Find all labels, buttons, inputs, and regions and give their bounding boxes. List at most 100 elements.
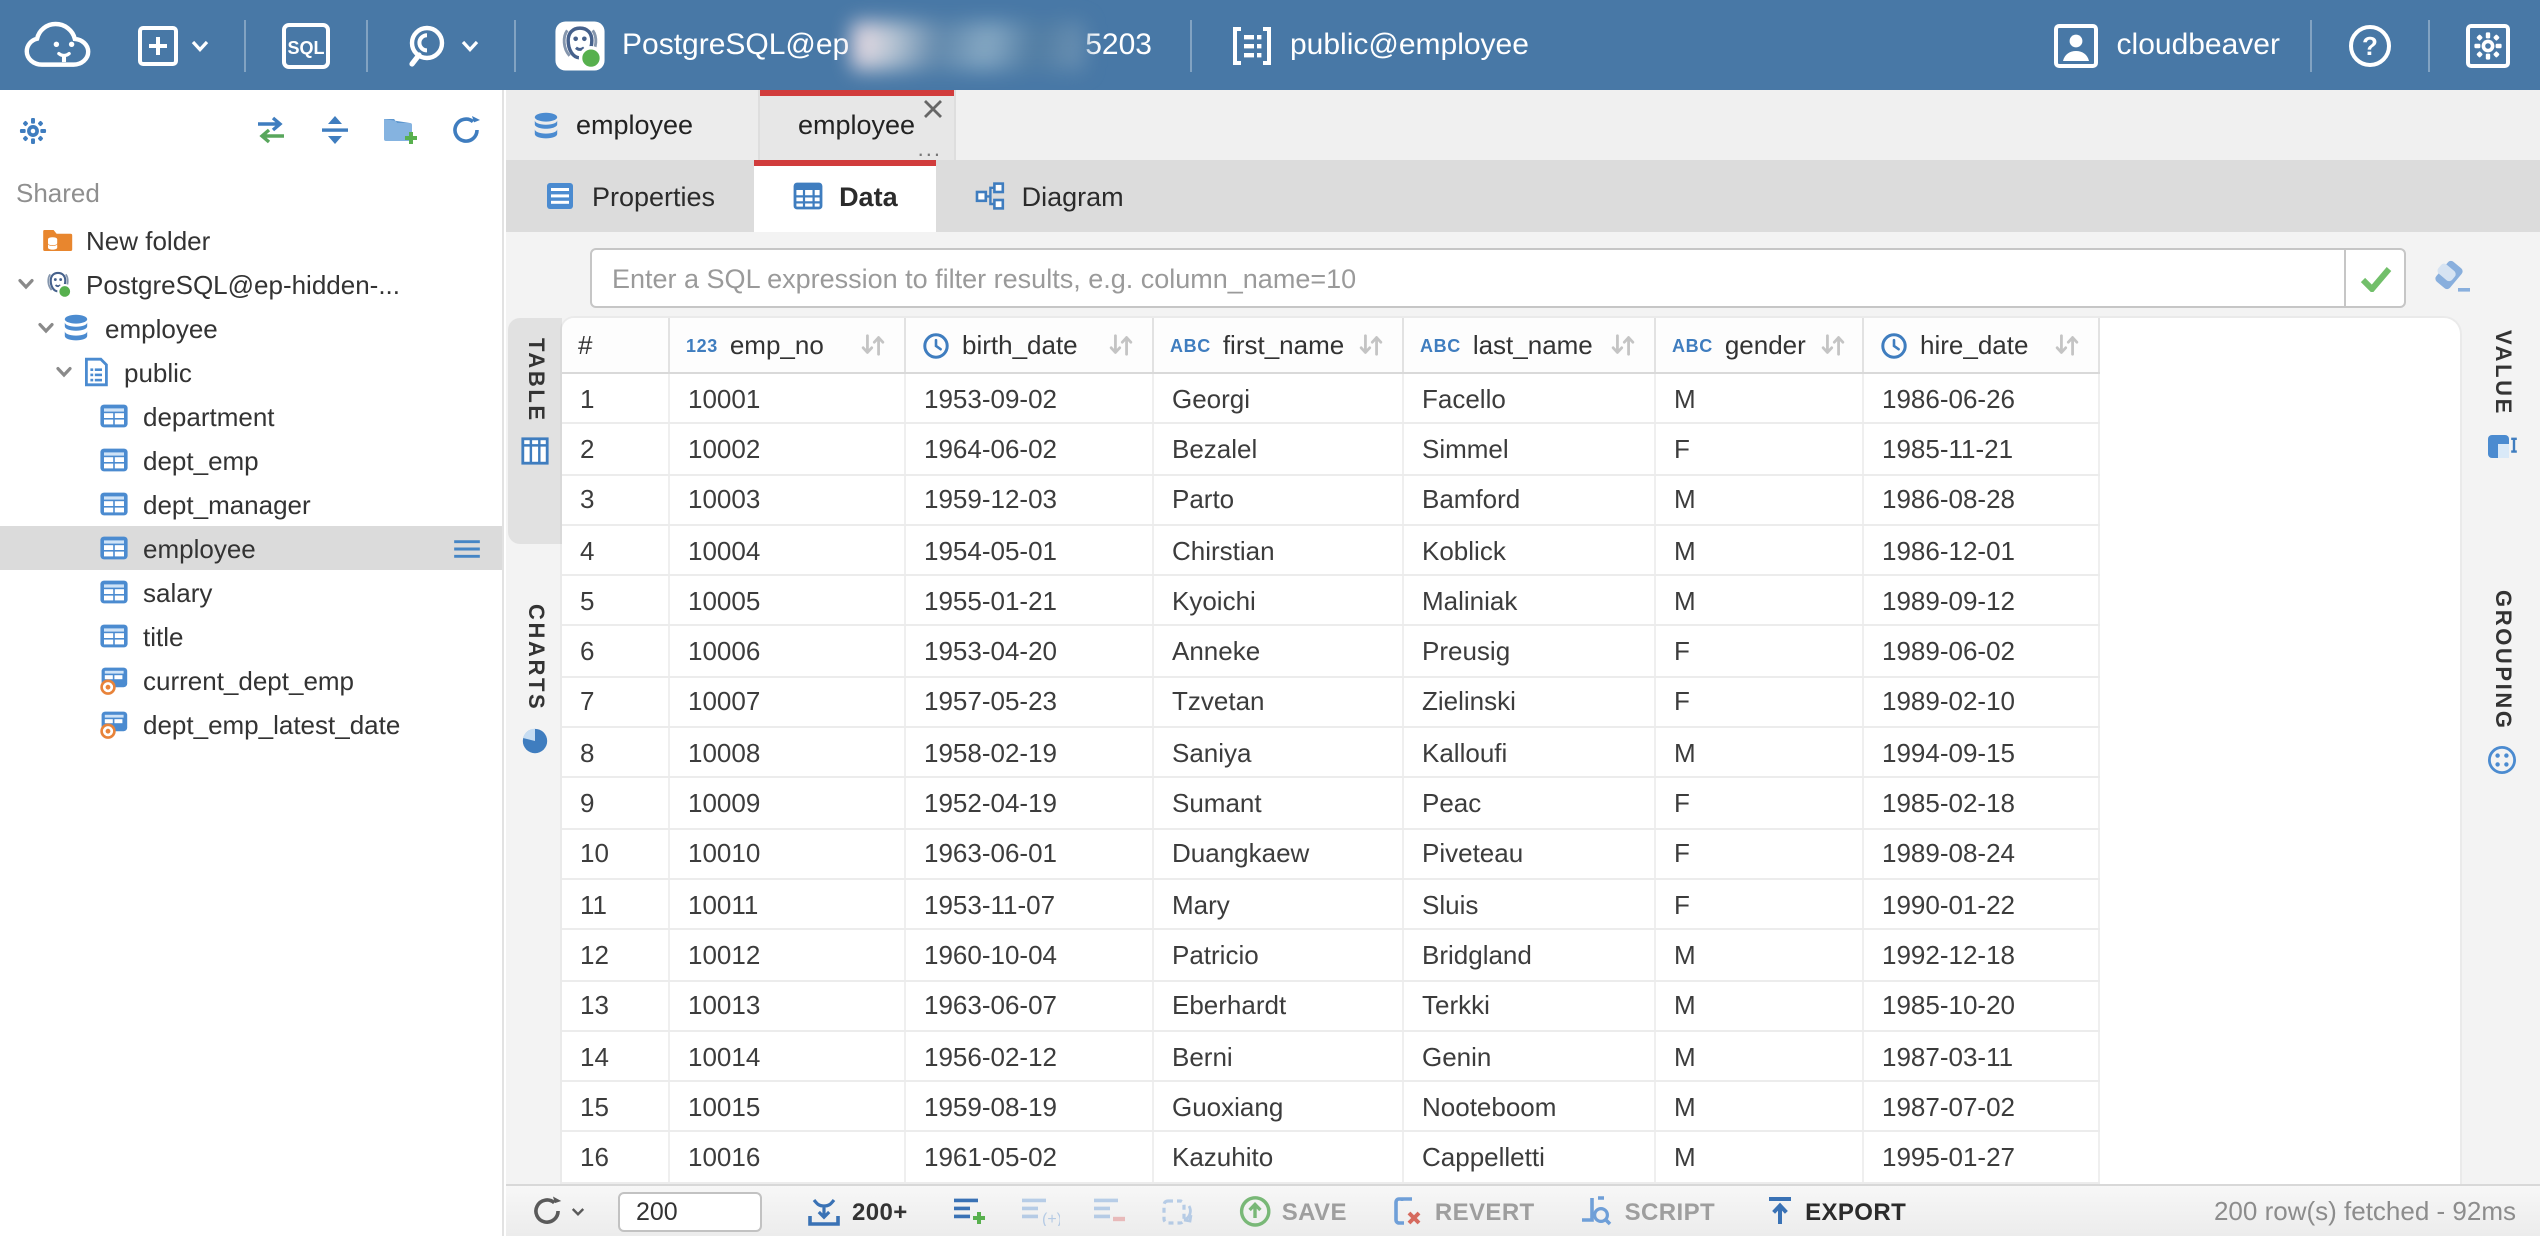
data-cell-birth_date[interactable]: 1957-05-23 bbox=[906, 678, 1154, 727]
data-cell-emp_no[interactable]: 10003 bbox=[670, 475, 906, 524]
sort-arrows-icon[interactable] bbox=[1818, 332, 1848, 358]
data-cell-last_name[interactable]: Bridgland bbox=[1404, 931, 1656, 980]
data-cell-hire_date[interactable]: 1994-09-15 bbox=[1864, 728, 2100, 777]
data-cell-hire_date[interactable]: 1989-08-24 bbox=[1864, 829, 2100, 878]
data-cell-last_name[interactable]: Preusig bbox=[1404, 627, 1656, 676]
data-cell-first_name[interactable]: Chirstian bbox=[1154, 526, 1404, 575]
tab-overflow-indicator[interactable]: ... bbox=[918, 140, 942, 160]
data-cell-last_name[interactable]: Piveteau bbox=[1404, 829, 1656, 878]
sort-arrows-icon[interactable] bbox=[2052, 332, 2082, 358]
data-cell-first_name[interactable]: Sumant bbox=[1154, 779, 1404, 828]
data-cell-birth_date[interactable]: 1953-04-20 bbox=[906, 627, 1154, 676]
data-cell-first_name[interactable]: Anneke bbox=[1154, 627, 1404, 676]
row-number-cell[interactable]: 9 bbox=[562, 779, 670, 828]
help-button[interactable]: ? bbox=[2330, 0, 2410, 90]
cloudbeaver-logo[interactable] bbox=[0, 0, 120, 90]
save-button[interactable]: SAVE bbox=[1238, 1194, 1347, 1228]
script-button[interactable]: SCRIPT bbox=[1579, 1194, 1715, 1228]
data-cell-emp_no[interactable]: 10001 bbox=[670, 374, 906, 423]
data-cell-emp_no[interactable]: 10011 bbox=[670, 880, 906, 929]
data-cell-gender[interactable]: F bbox=[1656, 880, 1864, 929]
data-cell-hire_date[interactable]: 1985-02-18 bbox=[1864, 779, 2100, 828]
data-cell-first_name[interactable]: Mary bbox=[1154, 880, 1404, 929]
row-number-cell[interactable]: 13 bbox=[562, 981, 670, 1030]
collapse-all-button[interactable] bbox=[318, 114, 352, 146]
data-cell-hire_date[interactable]: 1987-03-11 bbox=[1864, 1032, 2100, 1081]
sql-filter-input[interactable] bbox=[592, 263, 2344, 293]
presentation-tab-table[interactable]: TABLE bbox=[508, 318, 562, 544]
data-cell-gender[interactable]: M bbox=[1656, 526, 1864, 575]
data-cell-emp_no[interactable]: 10006 bbox=[670, 627, 906, 676]
data-cell-last_name[interactable]: Zielinski bbox=[1404, 678, 1656, 727]
data-cell-birth_date[interactable]: 1959-08-19 bbox=[906, 1082, 1154, 1131]
data-cell-last_name[interactable]: Koblick bbox=[1404, 526, 1656, 575]
row-number-cell[interactable]: 5 bbox=[562, 576, 670, 625]
tree-item-dept-emp-latest-date[interactable]: dept_emp_latest_date bbox=[0, 702, 502, 746]
chevron-down-icon[interactable] bbox=[50, 358, 78, 386]
data-cell-birth_date[interactable]: 1953-11-07 bbox=[906, 880, 1154, 929]
tree-item-department[interactable]: department bbox=[0, 394, 502, 438]
data-cell-first_name[interactable]: Saniya bbox=[1154, 728, 1404, 777]
data-cell-gender[interactable]: F bbox=[1656, 829, 1864, 878]
row-number-cell[interactable]: 16 bbox=[562, 1133, 670, 1182]
tree-item-employee[interactable]: employee bbox=[0, 306, 502, 350]
data-cell-emp_no[interactable]: 10004 bbox=[670, 526, 906, 575]
data-cell-first_name[interactable]: Parto bbox=[1154, 475, 1404, 524]
row-number-cell[interactable]: 12 bbox=[562, 931, 670, 980]
link-to-editor-button[interactable] bbox=[254, 114, 288, 146]
apply-filter-button[interactable] bbox=[2344, 250, 2404, 306]
sort-arrows-icon[interactable] bbox=[1356, 332, 1386, 358]
data-cell-gender[interactable]: M bbox=[1656, 1133, 1864, 1182]
sort-arrows-icon[interactable] bbox=[1608, 332, 1638, 358]
column-header-last_name[interactable]: ABClast_name bbox=[1404, 318, 1656, 372]
data-cell-last_name[interactable]: Simmel bbox=[1404, 425, 1656, 474]
presentation-tab-charts[interactable]: CHARTS bbox=[508, 584, 562, 816]
data-cell-birth_date[interactable]: 1963-06-01 bbox=[906, 829, 1154, 878]
data-cell-birth_date[interactable]: 1954-05-01 bbox=[906, 526, 1154, 575]
row-number-cell[interactable]: 1 bbox=[562, 374, 670, 423]
data-cell-hire_date[interactable]: 1986-06-26 bbox=[1864, 374, 2100, 423]
new-folder-button[interactable] bbox=[382, 114, 420, 146]
schema-selector[interactable]: public@employee bbox=[1210, 0, 1549, 90]
user-menu[interactable]: cloudbeaver bbox=[2041, 21, 2292, 69]
row-number-cell[interactable]: 11 bbox=[562, 880, 670, 929]
data-cell-hire_date[interactable]: 1990-01-22 bbox=[1864, 880, 2100, 929]
data-cell-emp_no[interactable]: 10015 bbox=[670, 1082, 906, 1131]
tree-item-current-dept-emp[interactable]: current_dept_emp bbox=[0, 658, 502, 702]
data-cell-last_name[interactable]: Genin bbox=[1404, 1032, 1656, 1081]
column-header-row-number[interactable]: # bbox=[562, 318, 670, 372]
data-cell-emp_no[interactable]: 10009 bbox=[670, 779, 906, 828]
data-cell-last_name[interactable]: Terkki bbox=[1404, 981, 1656, 1030]
connection-driver-button[interactable] bbox=[386, 0, 496, 90]
data-cell-hire_date[interactable]: 1989-09-12 bbox=[1864, 576, 2100, 625]
connection-selector[interactable]: PostgreSQL@ep5203 bbox=[534, 0, 1172, 90]
data-cell-gender[interactable]: F bbox=[1656, 627, 1864, 676]
tree-item-new-folder[interactable]: New folder bbox=[0, 218, 502, 262]
data-cell-birth_date[interactable]: 1963-06-07 bbox=[906, 981, 1154, 1030]
data-cell-gender[interactable]: M bbox=[1656, 931, 1864, 980]
panel-tab-value[interactable]: VALUE bbox=[2474, 310, 2530, 510]
row-number-cell[interactable]: 4 bbox=[562, 526, 670, 575]
tree-item-public[interactable]: public bbox=[0, 350, 502, 394]
add-row-button[interactable] bbox=[952, 1196, 988, 1226]
data-cell-birth_date[interactable]: 1961-05-02 bbox=[906, 1133, 1154, 1182]
tree-item-dept-manager[interactable]: dept_manager bbox=[0, 482, 502, 526]
row-number-cell[interactable]: 2 bbox=[562, 425, 670, 474]
fetch-next-page-button[interactable]: 200+ bbox=[806, 1195, 908, 1227]
row-number-cell[interactable]: 3 bbox=[562, 475, 670, 524]
sql-editor-button[interactable]: SQL bbox=[264, 0, 348, 90]
row-number-cell[interactable]: 14 bbox=[562, 1032, 670, 1081]
data-cell-last_name[interactable]: Peac bbox=[1404, 779, 1656, 828]
data-cell-birth_date[interactable]: 1959-12-03 bbox=[906, 475, 1154, 524]
data-cell-gender[interactable]: M bbox=[1656, 1032, 1864, 1081]
data-cell-emp_no[interactable]: 10016 bbox=[670, 1133, 906, 1182]
row-menu-icon[interactable] bbox=[452, 537, 482, 559]
data-cell-emp_no[interactable]: 10013 bbox=[670, 981, 906, 1030]
data-cell-gender[interactable]: M bbox=[1656, 1082, 1864, 1131]
data-cell-first_name[interactable]: Kazuhito bbox=[1154, 1133, 1404, 1182]
sort-arrows-icon[interactable] bbox=[1106, 332, 1136, 358]
tree-item-postgresql-ep-hidden-[interactable]: PostgreSQL@ep-hidden-... bbox=[0, 262, 502, 306]
data-cell-first_name[interactable]: Kyoichi bbox=[1154, 576, 1404, 625]
data-cell-last_name[interactable]: Sluis bbox=[1404, 880, 1656, 929]
data-cell-first_name[interactable]: Tzvetan bbox=[1154, 678, 1404, 727]
